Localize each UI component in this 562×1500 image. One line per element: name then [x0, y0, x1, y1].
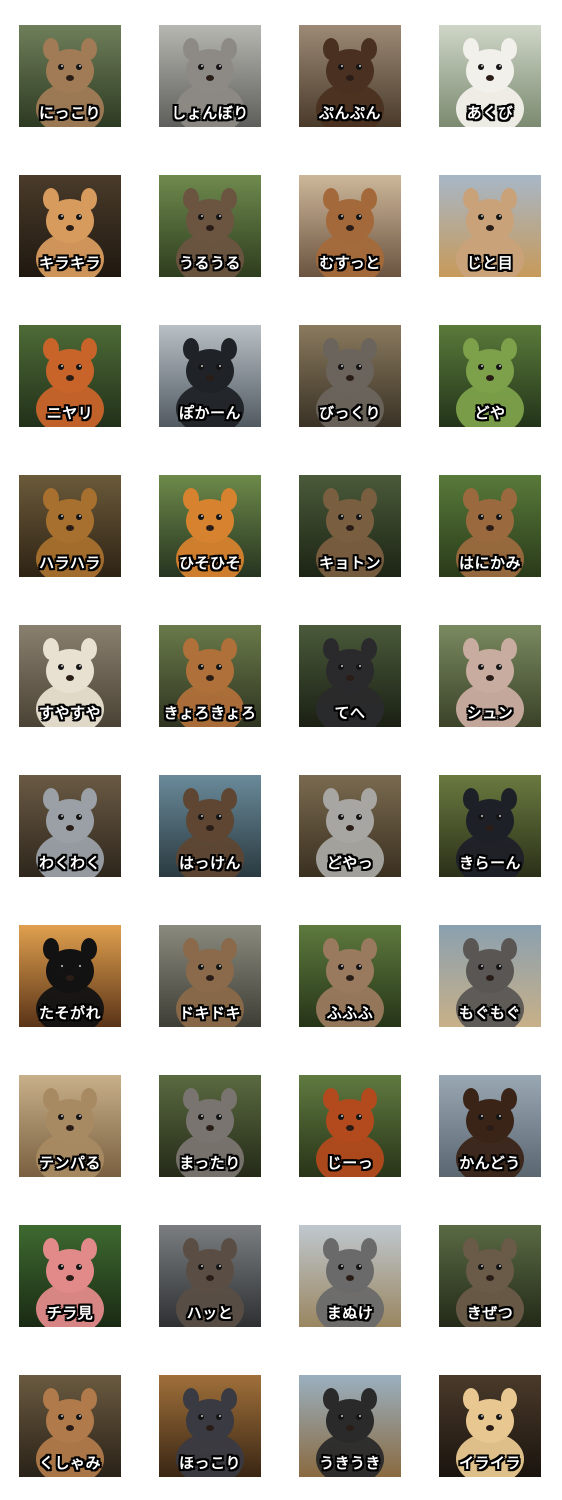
sticker-rabbit[interactable]: しょんぼり: [159, 25, 261, 127]
sticker-caption: ぷんぷん: [318, 104, 381, 122]
sticker-capybara[interactable]: はにかみ: [439, 475, 541, 577]
sticker-caption: ニヤリ: [46, 404, 94, 422]
sticker-caption: はにかみ: [458, 554, 521, 572]
sticker-caption: じーっ: [326, 1154, 374, 1172]
sticker-caption: じと目: [466, 254, 514, 272]
sticker-caption: ドキドキ: [178, 1004, 241, 1022]
sticker-caption: かんどう: [459, 1154, 521, 1172]
sticker-caption: もぐもぐ: [458, 1004, 521, 1022]
sticker-caption: ふふふ: [326, 1004, 374, 1022]
sticker-caption: テンパる: [38, 1154, 101, 1172]
sticker-elephant[interactable]: びっくり: [299, 325, 401, 427]
sticker-frog[interactable]: どや: [439, 325, 541, 427]
sticker-mouse[interactable]: ほっこり: [159, 1375, 261, 1477]
sticker-ferret[interactable]: ふふふ: [299, 925, 401, 1027]
sticker-raccoon[interactable]: まったり: [159, 1075, 261, 1177]
sticker-lion[interactable]: ハラハラ: [19, 475, 121, 577]
sticker-panda[interactable]: あくび: [439, 25, 541, 127]
sticker-caption: きぜつ: [466, 1304, 514, 1322]
sticker-caption: どやっ: [326, 854, 374, 872]
sticker-caption: うるうる: [178, 254, 241, 272]
sticker-caption: ほっこり: [178, 1454, 241, 1472]
sticker-meerkat[interactable]: テンパる: [19, 1075, 121, 1177]
sticker-caption: たそがれ: [38, 1004, 101, 1022]
sticker-chinchilla[interactable]: わくわく: [19, 775, 121, 877]
sticker-caption: しょんぼり: [171, 104, 249, 122]
sticker-penguin[interactable]: ぽかーん: [159, 325, 261, 427]
sticker-owl[interactable]: キョトン: [299, 475, 401, 577]
sticker-sheep[interactable]: すやすや: [19, 625, 121, 727]
sticker-caption: はっけん: [178, 854, 241, 872]
sticker-horse[interactable]: かんどう: [439, 1075, 541, 1177]
sticker-hedgehog[interactable]: きぜつ: [439, 1225, 541, 1327]
sticker-dog[interactable]: むすっと: [299, 175, 401, 277]
sticker-caption: あくび: [466, 104, 514, 122]
sticker-caption: ぽかーん: [178, 404, 241, 422]
sticker-caption: ハッと: [186, 1304, 234, 1322]
sticker-chipmunk[interactable]: くしゃみ: [19, 1375, 121, 1477]
sticker-caption: まったり: [179, 1154, 241, 1172]
sticker-gorilla[interactable]: てへ: [299, 625, 401, 727]
sticker-monkey[interactable]: たそがれ: [19, 925, 121, 1027]
sticker-caption: きょろきょろ: [163, 704, 257, 722]
sticker-cat[interactable]: にっこり: [19, 25, 121, 127]
sticker-koala[interactable]: どやっ: [299, 775, 401, 877]
sticker-tiger[interactable]: ひそひそ: [159, 475, 261, 577]
sticker-caption: わくわく: [38, 854, 101, 872]
sticker-caption: にっこり: [38, 104, 101, 122]
sticker-fox[interactable]: ニヤリ: [19, 325, 121, 427]
sticker-pig[interactable]: シュン: [439, 625, 541, 727]
sticker-caption: きらーん: [458, 854, 521, 872]
sticker-caption: キョトン: [318, 554, 381, 572]
sticker-caption: ハラハラ: [39, 554, 101, 572]
sticker-caption: キラキラ: [38, 254, 101, 272]
sticker-caption: てへ: [334, 704, 366, 722]
sticker-wolf[interactable]: ハッと: [159, 1225, 261, 1327]
sticker-sloth-bear[interactable]: うきうき: [299, 1375, 401, 1477]
sticker-caption: まぬけ: [326, 1304, 374, 1322]
sticker-caption: ひそひそ: [178, 554, 241, 572]
sticker-bear[interactable]: ぷんぷん: [299, 25, 401, 127]
sticker-caption: うきうき: [319, 1454, 381, 1472]
sticker-flamingo[interactable]: チラ見: [19, 1225, 121, 1327]
sticker-grid: にっこり しょんぼり ぷんぷん あくびキラキラ うるうる むすっと じと目ニヤリ ぽかーん びっ…: [0, 0, 562, 1500]
sticker-ostrich[interactable]: まぬけ: [299, 1225, 401, 1327]
sticker-caption: シュン: [466, 704, 514, 722]
sticker-caption: びっくり: [318, 404, 381, 422]
sticker-otter[interactable]: うるうる: [159, 175, 261, 277]
sticker-rooster[interactable]: きらーん: [439, 775, 541, 877]
sticker-chick[interactable]: イライラ: [439, 1375, 541, 1477]
sticker-hamster[interactable]: キラキラ: [19, 175, 121, 277]
sticker-otter[interactable]: はっけん: [159, 775, 261, 877]
sticker-caption: くしゃみ: [38, 1454, 101, 1472]
sticker-caption: イライラ: [458, 1454, 521, 1472]
sticker-deer[interactable]: ドキドキ: [159, 925, 261, 1027]
sticker-caption: どや: [474, 404, 506, 422]
sticker-caption: チラ見: [46, 1304, 94, 1322]
sticker-alpaca[interactable]: じと目: [439, 175, 541, 277]
sticker-caption: すやすや: [38, 704, 101, 722]
sticker-squirrel[interactable]: きょろきょろ: [159, 625, 261, 727]
sticker-caption: むすっと: [319, 254, 381, 272]
sticker-red-panda[interactable]: じーっ: [299, 1075, 401, 1177]
sticker-seal[interactable]: もぐもぐ: [439, 925, 541, 1027]
